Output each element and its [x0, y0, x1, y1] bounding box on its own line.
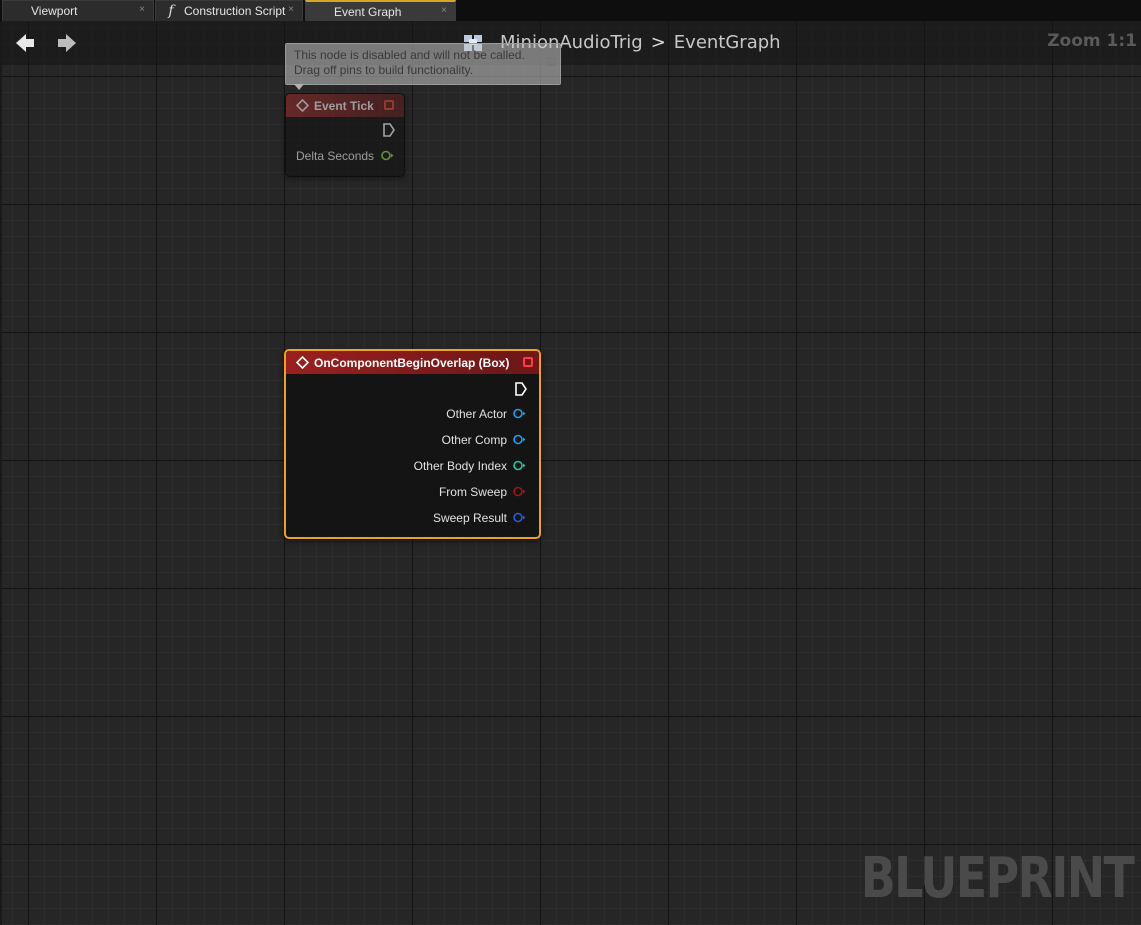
node-title: OnComponentBeginOverlap (Box)	[314, 355, 510, 370]
event-diamond-icon	[296, 356, 309, 369]
pin-label-delta-seconds: Delta Seconds	[296, 149, 375, 163]
float-pin-icon[interactable]	[381, 150, 394, 161]
tab-construction-script[interactable]: f Construction Script ×	[155, 0, 303, 21]
graph-header: MinionAudioTrig > EventGraph Zoom 1:1	[2, 21, 1141, 65]
tab-label: Construction Script	[184, 4, 286, 18]
event-diamond-icon	[296, 99, 309, 112]
event-tick-node[interactable]: Event Tick Delta Seconds	[285, 93, 405, 177]
pin-row-delta-seconds: Delta Seconds	[286, 143, 404, 169]
node-header[interactable]: Event Tick	[286, 94, 404, 117]
viewport-grid-icon	[11, 4, 25, 18]
tooltip-line-1: This node is disabled and will not be ca…	[294, 48, 525, 62]
exec-output-row	[286, 117, 404, 143]
tab-viewport[interactable]: Viewport ×	[2, 0, 154, 21]
node-header[interactable]: OnComponentBeginOverlap (Box)	[286, 351, 539, 374]
pin-row-sweep-result: Sweep Result	[286, 505, 539, 531]
close-icon[interactable]: ×	[139, 4, 145, 15]
delegate-pin-icon[interactable]	[523, 357, 533, 367]
breadcrumb-separator: >	[650, 32, 666, 53]
tab-label: Event Graph	[334, 4, 402, 19]
function-icon: f	[168, 3, 174, 19]
pin-label-other-body-index: Other Body Index	[413, 459, 507, 473]
close-icon[interactable]: ×	[441, 5, 447, 16]
pin-row-other-body-index: Other Body Index	[286, 453, 539, 479]
pin-label-sweep-result: Sweep Result	[432, 511, 507, 525]
object-pin-icon[interactable]	[513, 408, 526, 419]
pin-row-other-comp: Other Comp	[286, 427, 539, 453]
node-title: Event Tick	[314, 98, 374, 113]
struct-pin-icon[interactable]	[513, 512, 526, 523]
tab-event-graph[interactable]: Event Graph ×	[305, 0, 456, 21]
exec-output-row	[286, 374, 539, 401]
close-icon[interactable]: ×	[288, 4, 294, 15]
pin-icon	[547, 57, 556, 66]
back-arrow-icon[interactable]	[14, 33, 36, 53]
exec-output-pin-icon[interactable]	[382, 122, 396, 138]
breadcrumb-graph[interactable]: EventGraph	[674, 32, 781, 53]
forward-arrow-icon[interactable]	[56, 33, 78, 53]
tooltip-pointer	[294, 84, 304, 90]
tab-bar: Viewport × f Construction Script × Event…	[0, 0, 1141, 21]
on-component-begin-overlap-node[interactable]: OnComponentBeginOverlap (Box) Other Acto…	[284, 349, 541, 539]
tooltip-line-2: Drag off pins to build functionality.	[294, 63, 473, 77]
pin-label-from-sweep: From Sweep	[438, 485, 507, 499]
pin-row-from-sweep: From Sweep	[286, 479, 539, 505]
disabled-node-tooltip: This node is disabled and will not be ca…	[285, 43, 561, 90]
zoom-label: Zoom 1:1	[1047, 31, 1137, 51]
pin-label-other-actor: Other Actor	[446, 407, 507, 421]
pin-label-other-comp: Other Comp	[441, 433, 507, 447]
exec-output-pin-icon[interactable]	[514, 381, 528, 397]
event-graph-icon	[314, 5, 328, 19]
pin-row-other-actor: Other Actor	[286, 401, 539, 427]
object-pin-icon[interactable]	[513, 434, 526, 445]
tab-label: Viewport	[31, 4, 78, 18]
blueprint-watermark: BLUEPRINT	[860, 846, 1135, 911]
graph-canvas[interactable]: MinionAudioTrig > EventGraph Zoom 1:1 Th…	[0, 21, 1141, 925]
delegate-pin-icon[interactable]	[384, 100, 394, 110]
int-pin-icon[interactable]	[513, 460, 526, 471]
bool-pin-icon[interactable]	[513, 486, 526, 497]
